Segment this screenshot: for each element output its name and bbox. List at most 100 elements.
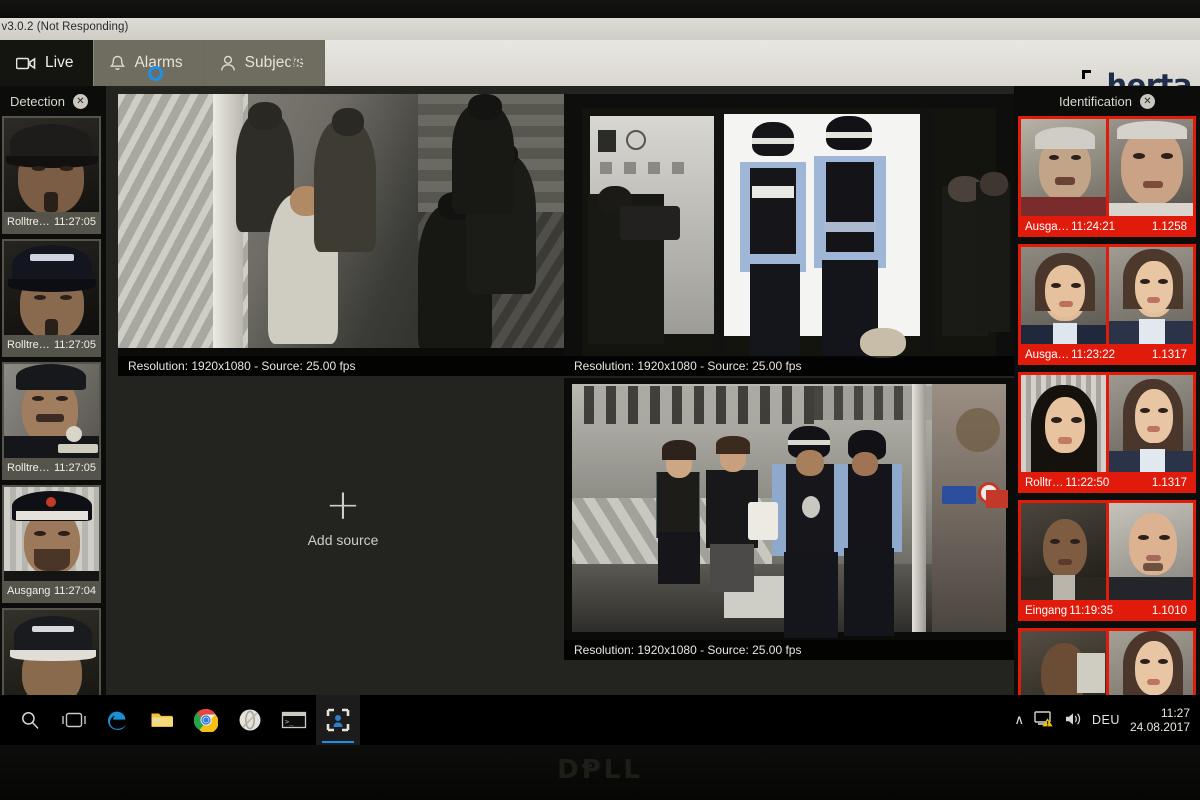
system-tray: ∧ DEU 11:27 24.08.2017 xyxy=(1015,695,1194,745)
detection-thumbnail xyxy=(4,241,99,335)
detection-time: 11:27:05 xyxy=(53,462,96,474)
detection-thumbnail xyxy=(4,610,99,695)
identification-source-time: Ausga… 11:23:22 xyxy=(1025,348,1116,361)
window-title: erta v3.0.2 (Not Responding) xyxy=(0,21,129,33)
gear-icon xyxy=(286,50,307,76)
close-icon[interactable]: ✕ xyxy=(72,93,88,109)
video-grid: Resolution: 1920x1080 - Source: 25.00 fp… xyxy=(106,86,1014,695)
identification-reference-image xyxy=(1108,503,1193,600)
settings-button[interactable] xyxy=(272,40,320,86)
opera-browser-icon[interactable] xyxy=(228,695,272,745)
tab-alarms[interactable]: Alarms xyxy=(94,40,204,86)
search-icon[interactable] xyxy=(8,695,52,745)
video-cell-status: Resolution: 1920x1080 - Source: 25.00 fp… xyxy=(564,356,1014,376)
task-view-icon[interactable] xyxy=(52,695,96,745)
windows-taskbar: >_ ∧ DEU 11:27 24.08.2017 xyxy=(0,695,1200,745)
identification-panel-header: Identification ✕ xyxy=(1014,86,1200,116)
identification-caption: Rolltr… 11:22:50 1.1317 xyxy=(1021,472,1193,493)
detection-card[interactable] xyxy=(2,608,101,695)
detection-caption: Rolltre… 11:27:05 xyxy=(4,458,99,478)
detection-card[interactable]: Rolltre… 11:27:05 xyxy=(2,239,101,357)
video-cell-escalator[interactable]: Resolution: 1920x1080 - Source: 25.00 fp… xyxy=(118,94,568,376)
identification-card[interactable]: Ausga… 11:23:22 1.1317 xyxy=(1018,244,1196,365)
tab-strip: Live Alarms Subjects xyxy=(0,40,1200,86)
detection-time: 11:27:05 xyxy=(53,216,96,228)
application-body: Detection ✕ Rolltre… 11:27:05 Rolltre… 1… xyxy=(0,86,1200,695)
herta-application-window: erta v3.0.2 (Not Responding) Live Ala xyxy=(0,18,1200,695)
monitor-brand-logo: DⱣLL xyxy=(557,755,643,785)
video-cell-entrance[interactable]: Resolution: 1920x1080 - Source: 25.00 fp… xyxy=(564,378,1014,660)
identification-caption: Eingang 11:19:35 1.1010 xyxy=(1021,600,1193,621)
identification-card[interactable]: Eingang 11:19:35 1.1010 xyxy=(1018,500,1196,621)
detection-caption: Ausgang 11:27:04 xyxy=(4,581,99,601)
network-warning-icon[interactable] xyxy=(1034,710,1054,730)
add-source-label: Add source xyxy=(307,532,379,548)
detection-panel: Detection ✕ Rolltre… 11:27:05 Rolltre… 1… xyxy=(0,86,106,695)
detection-card[interactable]: Ausgang 11:27:04 xyxy=(2,485,101,603)
identification-probe-image xyxy=(1021,631,1106,695)
identification-probe-image xyxy=(1021,503,1106,600)
video-camera-icon xyxy=(16,57,36,70)
detection-time: 11:27:04 xyxy=(53,585,96,597)
clock-time: 11:27 xyxy=(1160,706,1190,720)
identification-source-time: Ausga… 11:24:21 xyxy=(1025,220,1116,233)
video-cell-doorway[interactable]: Resolution: 1920x1080 - Source: 25.00 fp… xyxy=(564,94,1014,376)
identification-card[interactable]: Ausga… 11:24:21 1.1258 xyxy=(1018,116,1196,237)
windows-desktop: erta v3.0.2 (Not Responding) Live Ala xyxy=(0,18,1200,745)
detection-card[interactable]: Rolltre… 11:27:05 xyxy=(2,362,101,480)
detection-thumbnail xyxy=(4,364,99,458)
window-title-bar[interactable]: erta v3.0.2 (Not Responding) xyxy=(0,18,1200,40)
detection-source: Rolltre… xyxy=(7,339,50,351)
monitor-bezel-top xyxy=(0,0,1200,18)
identification-card[interactable]: Rolltr… 11:22:50 1.1317 xyxy=(1018,372,1196,493)
identification-probe-image xyxy=(1021,375,1106,472)
identification-score: 1.1317 xyxy=(1151,348,1187,361)
identification-caption: Ausga… 11:23:22 1.1317 xyxy=(1021,344,1193,365)
identification-score: 1.1317 xyxy=(1151,476,1187,489)
identification-reference-image xyxy=(1108,119,1193,216)
mouse-cursor-highlight xyxy=(148,66,163,81)
herta-app-icon[interactable] xyxy=(316,695,360,745)
plus-icon: + xyxy=(325,480,361,529)
detection-time: 11:27:05 xyxy=(53,339,96,351)
identification-source-time: Eingang 11:19:35 xyxy=(1025,604,1114,617)
identification-probe-image xyxy=(1021,247,1106,344)
tab-live[interactable]: Live xyxy=(0,40,95,86)
detection-panel-title: Detection xyxy=(10,93,65,109)
file-explorer-icon[interactable] xyxy=(140,695,184,745)
identification-panel-title: Identification xyxy=(1059,93,1132,109)
detection-caption: Rolltre… 11:27:05 xyxy=(4,212,99,232)
detection-source: Rolltre… xyxy=(7,216,50,228)
detection-card[interactable]: Rolltre… 11:27:05 xyxy=(2,116,101,234)
language-indicator[interactable]: DEU xyxy=(1092,713,1120,727)
video-cell-status: Resolution: 1920x1080 - Source: 25.00 fp… xyxy=(564,640,1014,660)
person-icon xyxy=(220,55,236,72)
add-source-button[interactable]: + Add source xyxy=(118,378,568,660)
tab-live-label: Live xyxy=(45,54,74,71)
clock[interactable]: 11:27 24.08.2017 xyxy=(1130,706,1194,734)
chrome-browser-icon[interactable] xyxy=(184,695,228,745)
video-cell-status: Resolution: 1920x1080 - Source: 25.00 fp… xyxy=(118,356,568,376)
identification-reference-image xyxy=(1108,375,1193,472)
identification-panel: Identification ✕ Ausga… 11:24:21 1.1258 … xyxy=(1014,86,1200,695)
bell-icon xyxy=(110,55,126,72)
identification-probe-image xyxy=(1021,119,1106,216)
close-icon[interactable]: ✕ xyxy=(1140,93,1155,109)
identification-card[interactable] xyxy=(1018,628,1196,695)
identification-reference-image xyxy=(1108,247,1193,344)
detection-thumbnail xyxy=(4,118,99,212)
detection-caption: Rolltre… 11:27:05 xyxy=(4,335,99,355)
identification-caption: Ausga… 11:24:21 1.1258 xyxy=(1021,216,1193,237)
volume-icon[interactable] xyxy=(1064,711,1082,730)
identification-score: 1.1010 xyxy=(1151,604,1187,617)
detection-thumbnail xyxy=(4,487,99,581)
terminal-icon[interactable]: >_ xyxy=(272,695,316,745)
identification-reference-image xyxy=(1108,631,1193,695)
detection-source: Ausgang xyxy=(7,585,51,597)
chevron-up-icon[interactable]: ∧ xyxy=(1015,712,1025,728)
identification-source-time: Rolltr… 11:22:50 xyxy=(1025,476,1110,489)
detection-source: Rolltre… xyxy=(7,462,50,474)
edge-browser-icon[interactable] xyxy=(96,695,140,745)
identification-score: 1.1258 xyxy=(1151,220,1187,233)
svg-text:>_: >_ xyxy=(285,718,294,726)
